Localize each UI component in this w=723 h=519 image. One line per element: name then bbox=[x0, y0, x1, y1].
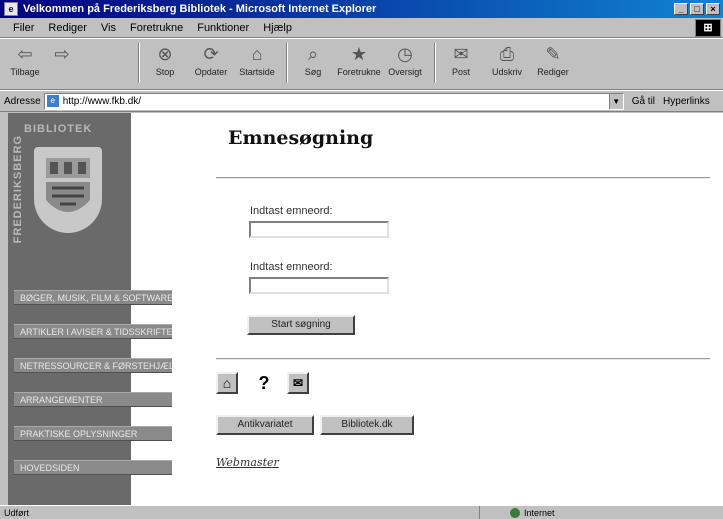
start-search-button[interactable]: Start søgning bbox=[247, 315, 355, 335]
refresh-button[interactable]: ⟳ Opdater bbox=[190, 43, 232, 87]
menu-view[interactable]: Vis bbox=[94, 22, 123, 34]
favorites-icon: ★ bbox=[350, 44, 368, 64]
subject-input-1[interactable] bbox=[249, 221, 389, 238]
search-button[interactable]: ⌕ Søg bbox=[292, 43, 334, 87]
stop-button[interactable]: ⊗ Stop bbox=[144, 43, 186, 87]
sidebar-item-netresources[interactable]: NETRESSOURCER & FØRSTEHJÆLPEN bbox=[14, 358, 172, 373]
field2-label: Indtast emneord: bbox=[250, 261, 333, 273]
sidebar-item-articles[interactable]: ARTIKLER I AVISER & TIDSSKRIFTER bbox=[14, 324, 172, 339]
mail-nav-button[interactable]: ✉ bbox=[287, 372, 309, 394]
sidebar-item-home[interactable]: HOVEDSIDEN bbox=[14, 460, 172, 475]
bibliotek-dk-button[interactable]: Bibliotek.dk bbox=[320, 415, 414, 435]
home-button[interactable]: ⌂ Startside bbox=[236, 43, 278, 87]
mail-icon: ✉ bbox=[292, 376, 304, 390]
edit-button[interactable]: ✎ Rediger bbox=[532, 43, 574, 87]
minimize-button[interactable]: _ bbox=[674, 3, 688, 15]
address-url: http://www.fkb.dk/ bbox=[62, 95, 142, 107]
help-button[interactable]: ? bbox=[253, 372, 275, 394]
sidebar-item-books[interactable]: BØGER, MUSIK, FILM & SOFTWARE bbox=[14, 290, 172, 305]
address-bar: Adresse e http://www.fkb.dk/ ▼ Gå til Hy… bbox=[0, 90, 723, 112]
menu-bar: Filer Rediger Vis Foretrukne Funktioner … bbox=[0, 18, 723, 38]
favorites-button[interactable]: ★ Foretrukne bbox=[337, 43, 381, 87]
toolbar: ⇦ Tilbage ⇨ ⊗ Stop ⟳ Opdater ⌂ Startside… bbox=[0, 38, 723, 90]
history-button[interactable]: ◷ Oversigt bbox=[384, 43, 426, 87]
mail-button[interactable]: ✉ Post bbox=[440, 43, 482, 87]
status-bar: Udført Internet bbox=[0, 505, 723, 519]
stop-icon: ⊗ bbox=[157, 44, 173, 64]
window-title: Velkommen på Frederiksberg Bibliotek - M… bbox=[23, 3, 377, 15]
forward-icon: ⇨ bbox=[54, 44, 70, 64]
sidebar-item-events[interactable]: ARRANGEMENTER bbox=[14, 392, 172, 407]
menu-help[interactable]: Hjælp bbox=[256, 22, 299, 34]
edit-icon: ✎ bbox=[545, 44, 561, 64]
home-nav-button[interactable]: ⌂ bbox=[216, 372, 238, 394]
toolbar-separator bbox=[138, 43, 140, 83]
back-icon: ⇦ bbox=[17, 44, 33, 64]
subject-input-2[interactable] bbox=[249, 277, 389, 294]
sidebar-vertical-text: FREDERIKSBERG bbox=[12, 135, 24, 244]
toolbar-separator bbox=[434, 43, 436, 83]
links-button[interactable]: Hyperlinks bbox=[663, 96, 710, 107]
menu-favorites[interactable]: Foretrukne bbox=[123, 22, 190, 34]
menu-edit[interactable]: Rediger bbox=[41, 22, 94, 34]
mail-icon: ✉ bbox=[453, 44, 469, 64]
divider bbox=[216, 177, 710, 179]
chevron-down-icon[interactable]: ▼ bbox=[608, 93, 623, 109]
page-content: BIBLIOTEK FREDERIKSBERG BØGER, MUSIK, FI… bbox=[8, 113, 723, 505]
search-icon: ⌕ bbox=[307, 44, 319, 64]
close-button[interactable]: × bbox=[706, 3, 720, 15]
crest-graphic bbox=[46, 158, 90, 212]
refresh-icon: ⟳ bbox=[203, 44, 219, 64]
maximize-button[interactable]: □ bbox=[690, 3, 704, 15]
address-input[interactable]: e http://www.fkb.dk/ ▼ bbox=[43, 92, 624, 110]
webmaster-link[interactable]: Webmaster bbox=[216, 456, 279, 469]
page-icon: e bbox=[46, 95, 59, 107]
sidebar: BIBLIOTEK FREDERIKSBERG BØGER, MUSIK, FI… bbox=[8, 113, 172, 505]
windows-logo-icon: ⊞ bbox=[695, 19, 721, 37]
field1-label: Indtast emneord: bbox=[250, 205, 333, 217]
history-icon: ◷ bbox=[397, 44, 413, 64]
home-icon: ⌂ bbox=[222, 375, 232, 391]
print-icon: ⎙ bbox=[499, 44, 515, 64]
antikvariatet-button[interactable]: Antikvariatet bbox=[216, 415, 314, 435]
print-button[interactable]: ⎙ Udskriv bbox=[486, 43, 528, 87]
coat-of-arms-icon bbox=[34, 147, 102, 233]
back-button[interactable]: ⇦ Tilbage bbox=[4, 43, 46, 87]
page-title: Emnesøgning bbox=[228, 127, 374, 149]
toolbar-separator bbox=[286, 43, 288, 83]
question-icon: ? bbox=[258, 372, 270, 393]
address-label: Adresse bbox=[4, 95, 41, 107]
window-title-bar[interactable]: e Velkommen på Frederiksberg Bibliotek -… bbox=[0, 0, 723, 18]
menu-tools[interactable]: Funktioner bbox=[190, 22, 256, 34]
sidebar-item-practical[interactable]: PRAKTISKE OPLYSNINGER bbox=[14, 426, 172, 441]
sidebar-heading: BIBLIOTEK bbox=[24, 123, 93, 135]
go-button[interactable]: Gå til bbox=[632, 96, 655, 107]
internet-explorer-icon: e bbox=[4, 2, 18, 16]
menu-file[interactable]: Filer bbox=[6, 22, 41, 34]
forward-button[interactable]: ⇨ bbox=[50, 43, 74, 87]
internet-zone-icon bbox=[510, 507, 520, 518]
status-text: Udført bbox=[4, 507, 30, 518]
status-zone: Internet bbox=[524, 507, 555, 518]
divider bbox=[216, 358, 710, 360]
home-icon: ⌂ bbox=[251, 44, 263, 64]
